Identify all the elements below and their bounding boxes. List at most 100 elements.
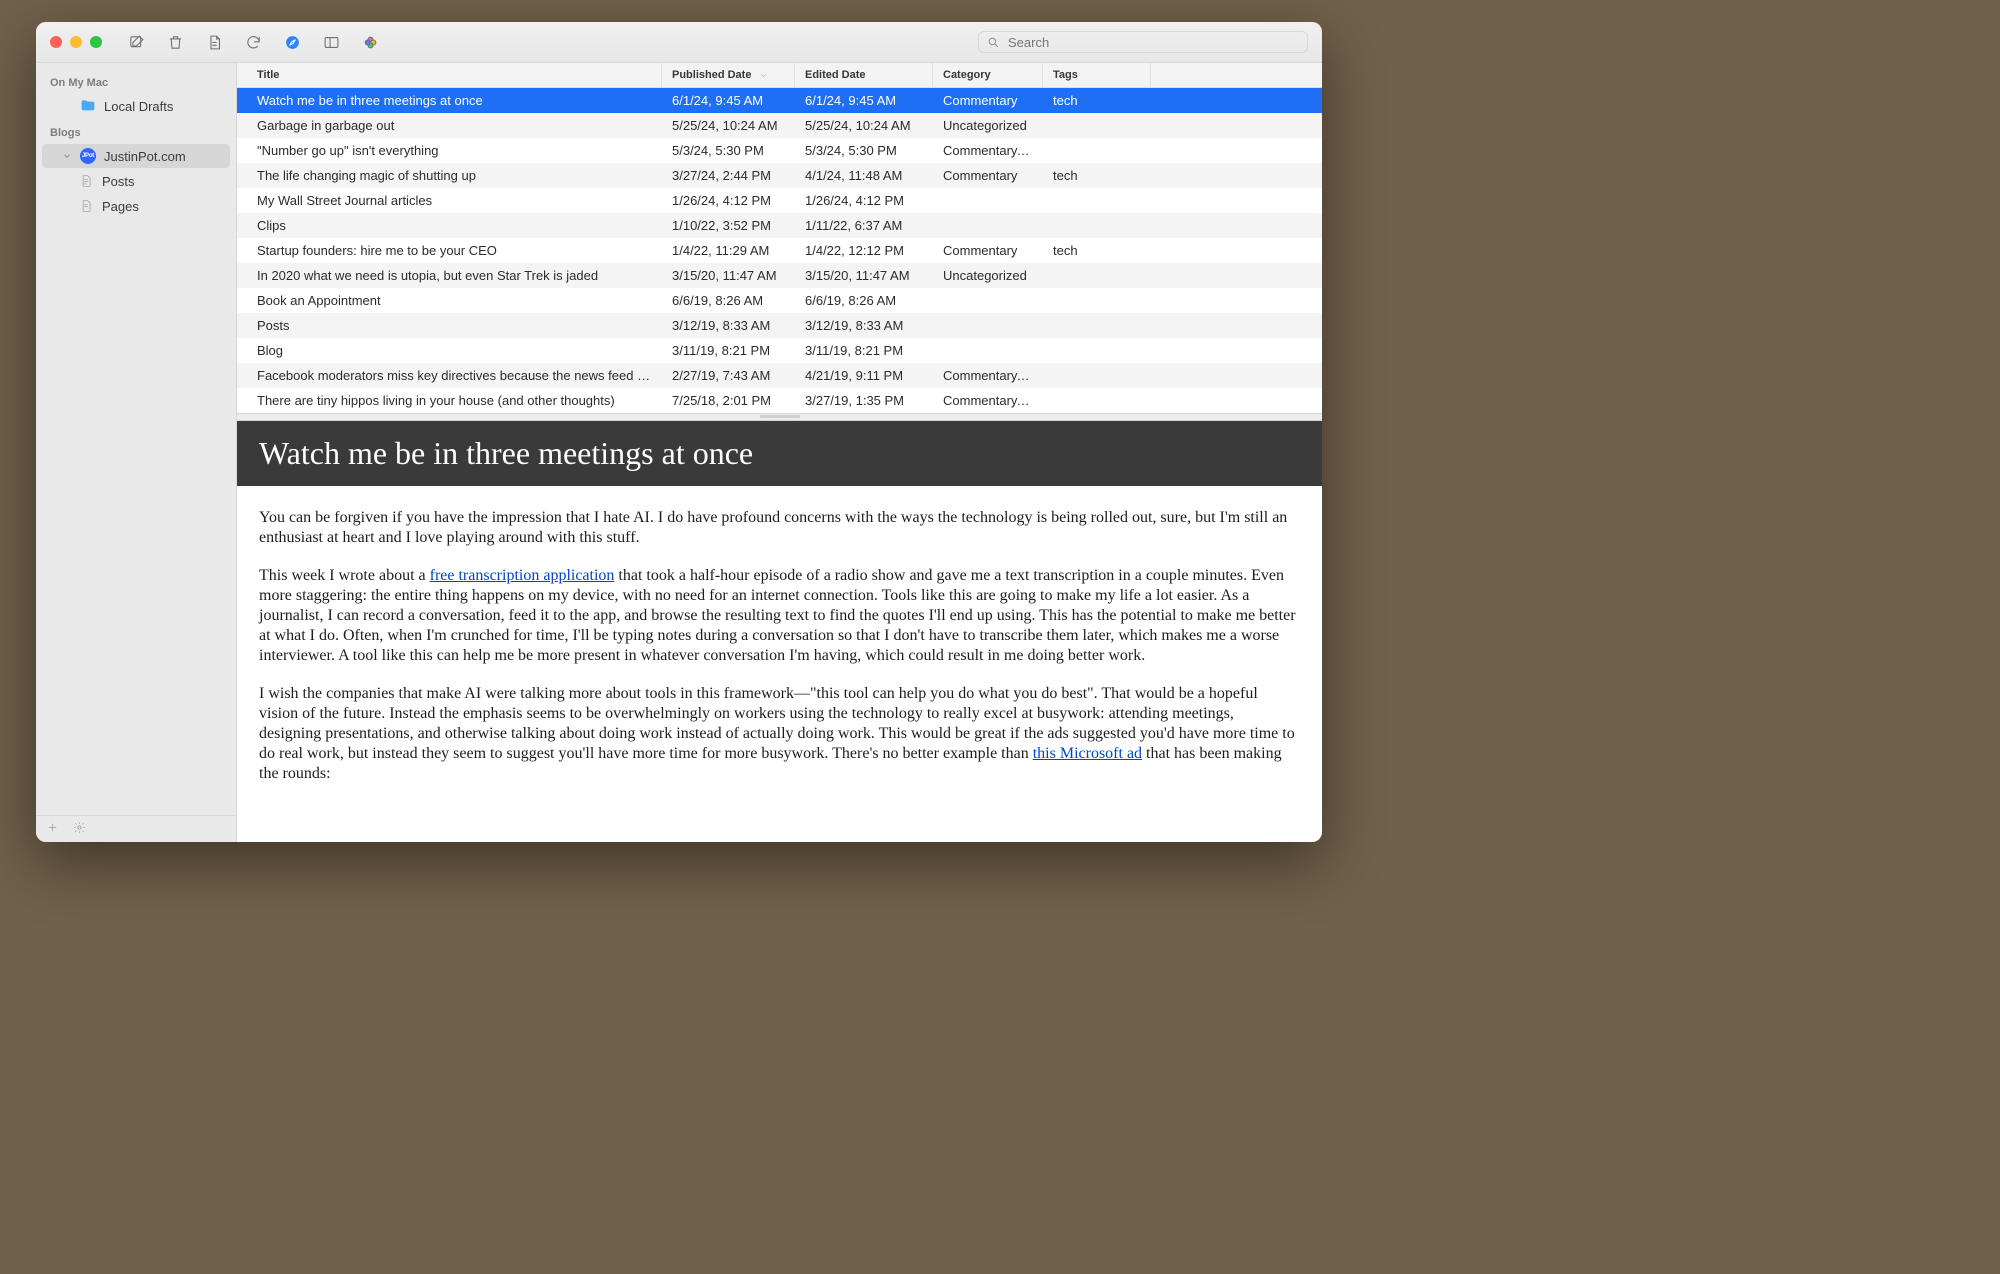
preview-paragraph: You can be forgiven if you have the impr… (259, 508, 1300, 548)
search-input[interactable] (1006, 34, 1299, 51)
refresh-icon[interactable] (243, 32, 264, 53)
cell-edited: 3/12/19, 8:33 AM (795, 318, 933, 333)
preview-title: Watch me be in three meetings at once (259, 435, 1300, 472)
cell-category: Commentary (933, 243, 1043, 258)
table-row[interactable]: Clips1/10/22, 3:52 PM1/11/22, 6:37 AM (237, 213, 1322, 238)
preview-pane: Watch me be in three meetings at once Yo… (237, 421, 1322, 842)
zoom-window-button[interactable] (90, 36, 102, 48)
safari-icon[interactable] (282, 32, 303, 53)
cell-title: Book an Appointment (237, 293, 662, 308)
table-row[interactable]: Facebook moderators miss key directives … (237, 363, 1322, 388)
cell-category: Commentary (933, 168, 1043, 183)
th-extra (1151, 63, 1322, 87)
cell-title: Facebook moderators miss key directives … (237, 368, 662, 383)
table-row[interactable]: Blog3/11/19, 8:21 PM3/11/19, 8:21 PM (237, 338, 1322, 363)
cell-published: 7/25/18, 2:01 PM (662, 393, 795, 408)
preview-link-transcription[interactable]: free transcription application (430, 567, 615, 584)
close-window-button[interactable] (50, 36, 62, 48)
cell-edited: 5/3/24, 5:30 PM (795, 143, 933, 158)
cell-published: 5/3/24, 5:30 PM (662, 143, 795, 158)
main-panel: Title Published Date Edited Date Categor… (237, 63, 1322, 842)
cell-title: Posts (237, 318, 662, 333)
cell-category: Commentary, I… (933, 393, 1043, 408)
trash-icon[interactable] (165, 32, 186, 53)
cell-title: Clips (237, 218, 662, 233)
table-row[interactable]: "Number go up" isn't everything5/3/24, 5… (237, 138, 1322, 163)
sidebar: On My Mac Local Drafts Blogs JPot Justin… (36, 63, 237, 842)
minimize-window-button[interactable] (70, 36, 82, 48)
folder-icon (80, 98, 96, 114)
table-body: Watch me be in three meetings at once 6/1… (237, 88, 1322, 413)
sidebar-item-pages[interactable]: Pages (42, 194, 230, 218)
chevron-down-icon[interactable] (62, 149, 72, 164)
sidebar-item-label: Pages (102, 199, 139, 214)
table-row[interactable]: My Wall Street Journal articles1/26/24, … (237, 188, 1322, 213)
compose-icon[interactable] (126, 32, 147, 53)
sidebar-item-posts[interactable]: Posts (42, 169, 230, 193)
cell-category: Uncategorized (933, 118, 1043, 133)
cell-category: Uncategorized (933, 268, 1043, 283)
table-header-row: Title Published Date Edited Date Categor… (237, 63, 1322, 88)
cell-edited: 4/1/24, 11:48 AM (795, 168, 933, 183)
pages-icon (78, 198, 94, 214)
preview-paragraph: I wish the companies that make AI were t… (259, 684, 1300, 784)
sidebar-section-blogs: Blogs (36, 119, 236, 143)
blog-avatar-icon: JPot (80, 148, 96, 164)
search-icon (987, 36, 1000, 49)
th-edited[interactable]: Edited Date (795, 63, 933, 87)
panels-icon[interactable] (321, 32, 342, 53)
preview-body: You can be forgiven if you have the impr… (237, 486, 1322, 810)
posts-icon (78, 173, 94, 189)
titlebar (36, 22, 1322, 63)
table-row[interactable]: In 2020 what we need is utopia, but even… (237, 263, 1322, 288)
table-row[interactable]: There are tiny hippos living in your hou… (237, 388, 1322, 413)
th-tags[interactable]: Tags (1043, 63, 1151, 87)
search-box[interactable] (978, 31, 1308, 53)
photos-icon[interactable] (360, 32, 381, 53)
cell-edited: 4/21/19, 9:11 PM (795, 368, 933, 383)
preview-header: Watch me be in three meetings at once (237, 421, 1322, 486)
cell-edited: 3/15/20, 11:47 AM (795, 268, 933, 283)
cell-published: 3/15/20, 11:47 AM (662, 268, 795, 283)
table-row[interactable]: Posts3/12/19, 8:33 AM3/12/19, 8:33 AM (237, 313, 1322, 338)
app-window: On My Mac Local Drafts Blogs JPot Justin… (36, 22, 1322, 842)
sidebar-item-label: Local Drafts (104, 99, 173, 114)
th-title[interactable]: Title (237, 63, 662, 87)
cell-title: Watch me be in three meetings at once (237, 93, 662, 108)
document-icon[interactable] (204, 32, 225, 53)
sidebar-section-local: On My Mac (36, 69, 236, 93)
th-published[interactable]: Published Date (662, 63, 795, 87)
preview-paragraph: This week I wrote about a free transcrip… (259, 566, 1300, 666)
window-controls (50, 36, 102, 48)
cell-title: The life changing magic of shutting up (237, 168, 662, 183)
add-button[interactable] (46, 821, 59, 837)
cell-edited: 1/11/22, 6:37 AM (795, 218, 933, 233)
preview-link-microsoft-ad[interactable]: this Microsoft ad (1033, 745, 1142, 762)
sidebar-item-label: Posts (102, 174, 135, 189)
cell-edited: 5/25/24, 10:24 AM (795, 118, 933, 133)
table-row[interactable]: Book an Appointment6/6/19, 8:26 AM6/6/19… (237, 288, 1322, 313)
cell-title: "Number go up" isn't everything (237, 143, 662, 158)
table-row[interactable]: Garbage in garbage out5/25/24, 10:24 AM5… (237, 113, 1322, 138)
settings-icon[interactable] (73, 821, 86, 837)
cell-title: Blog (237, 343, 662, 358)
split-handle[interactable] (237, 413, 1322, 421)
sidebar-footer (36, 815, 236, 842)
cell-edited: 3/11/19, 8:21 PM (795, 343, 933, 358)
table-row[interactable]: Startup founders: hire me to be your CEO… (237, 238, 1322, 263)
cell-edited: 6/1/24, 9:45 AM (795, 93, 933, 108)
sort-down-icon (759, 71, 768, 80)
cell-edited: 6/6/19, 8:26 AM (795, 293, 933, 308)
cell-category: Commentary, I… (933, 368, 1043, 383)
table-row[interactable]: The life changing magic of shutting up3/… (237, 163, 1322, 188)
sidebar-item-justinpot[interactable]: JPot JustinPot.com (42, 144, 230, 168)
sidebar-item-local-drafts[interactable]: Local Drafts (42, 94, 230, 118)
cell-published: 2/27/19, 7:43 AM (662, 368, 795, 383)
table-row[interactable]: Watch me be in three meetings at once 6/1… (237, 88, 1322, 113)
cell-title: My Wall Street Journal articles (237, 193, 662, 208)
th-category[interactable]: Category (933, 63, 1043, 87)
cell-edited: 1/4/22, 12:12 PM (795, 243, 933, 258)
cell-published: 3/12/19, 8:33 AM (662, 318, 795, 333)
cell-tags: tech (1043, 93, 1151, 108)
cell-published: 3/27/24, 2:44 PM (662, 168, 795, 183)
